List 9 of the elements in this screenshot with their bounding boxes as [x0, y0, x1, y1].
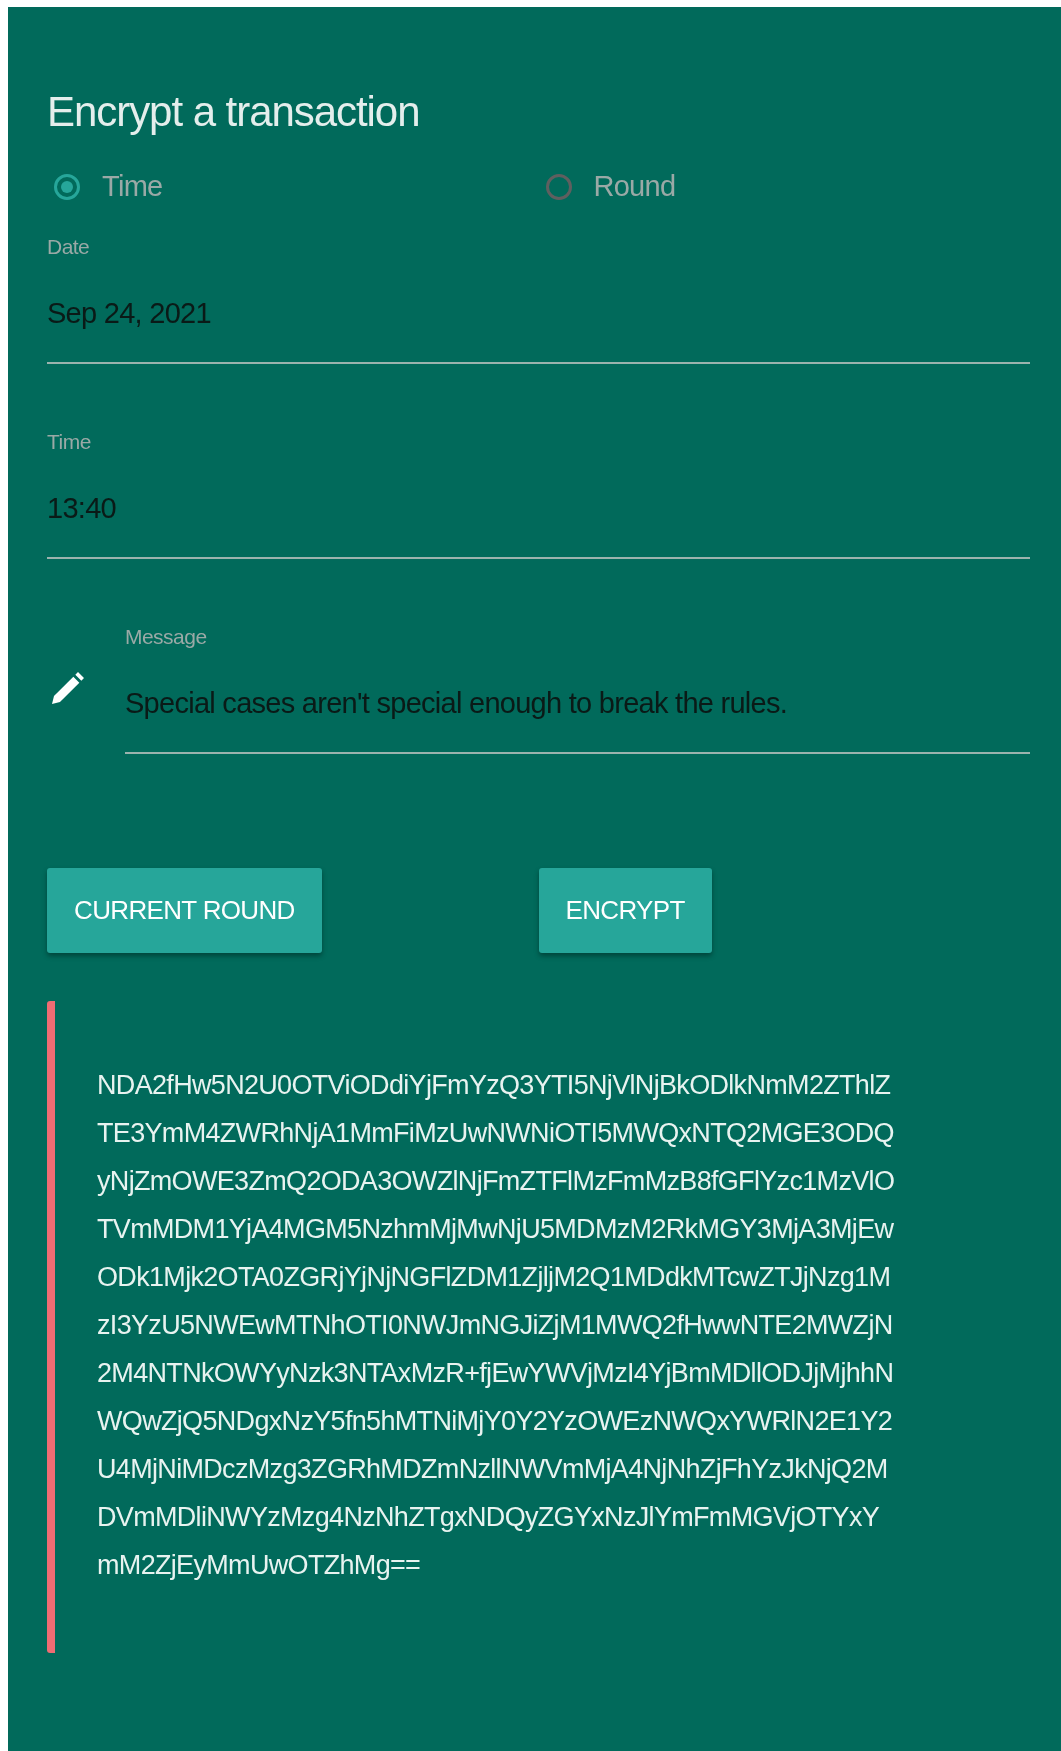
ciphertext-text: NDA2fHw5N2U0OTViODdiYjFmYzQ3YTI5NjVlNjBkODlkNmM2ZThlZTE3YmM4ZWRhNjA1MmFiMzUwNWNiOTI5MWQxNTQ2MGE3ODQyNjZmOWE3ZmQ2ODA3OWZlNjFmZTFlMzFmMzB8fGFlYzc1MzVlOTVmMDM1YjA4MGM5NzhmMjMwNjU5MDMzM2RkMGY3MjA3MjEwODk1Mjk2OTA0ZGRjYjNjNGFlZDM1ZjljM2Q1MDdkMTcwZTJjNzg1MzI3YzU5NWEwMTNhOTI0NWJmNGJiZjM1MWQ2fHwwNTE2MWZjN2M4NTNkOWYyNzk3NTAxMzR+fjEwYWVjMzI4YjBmMDllODJjMjhhNWQwZjQ5NDgxNzY5fn5hMTNiMjY0Y2YzOWEzNWQxYWRlN2E1Y2U4MjNiMDczMzg3ZGRhMDZmNzllNWVmMjA4NjNhZjFhYzJkNjQ2MDVmMDliNWYzMzg4NzNhZTgxNDQyZGYxNzJlYmFmMGVjOTYxYmM2ZjEyMmUwOTZhMg==: [97, 1068, 896, 1582]
radio-option[interactable]: Time: [47, 165, 163, 209]
action-button[interactable]: ENCRYPT: [538, 867, 712, 953]
radio-option[interactable]: Round: [538, 165, 676, 209]
input-field[interactable]: Message Special cases aren't special enough to break the rules.: [125, 620, 1030, 754]
input-field[interactable]: Time 13:40: [47, 425, 1030, 559]
input-field[interactable]: Date Sep 24, 2021: [47, 230, 1030, 364]
page-title: Encrypt a transaction: [47, 91, 421, 133]
action-button[interactable]: CURRENT ROUND: [47, 867, 322, 953]
